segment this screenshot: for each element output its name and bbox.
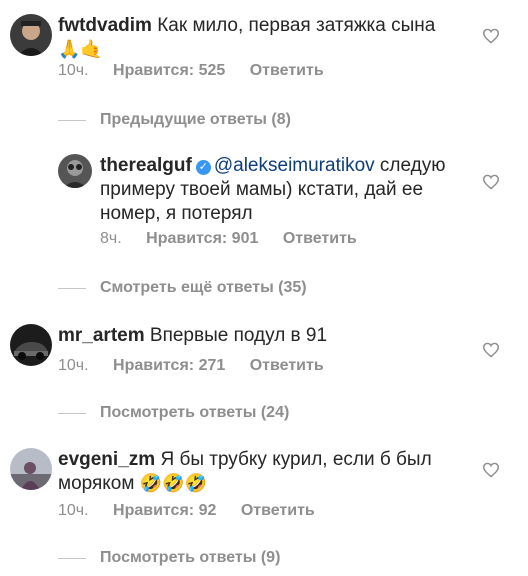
likes-count[interactable]: Нравится: 525 [113,62,225,79]
divider [58,412,86,414]
heart-icon[interactable] [482,462,500,478]
comment-body-line2: примеру твоей мамы) кстати, дай ее [100,179,424,200]
username[interactable]: evgeni_zm [58,449,155,470]
comment-body: Впервые подул в 91 [149,325,328,346]
username[interactable]: fwtdvadim [58,15,152,36]
timestamp: 10ч. [58,357,89,374]
comment-text: fwtdvadim Как мило, первая затяжка сына … [58,14,478,62]
view-replies-link[interactable]: Посмотреть ответы (9) [58,548,280,568]
username[interactable]: therealguf [100,155,192,176]
emoji: 🙏 [58,39,81,59]
comment-body-line1: следую [374,155,446,176]
more-replies-label: Смотреть ещё ответы (35) [100,279,307,296]
view-replies-label: Посмотреть ответы (9) [100,549,281,566]
view-replies-link[interactable]: Посмотреть ответы (24) [58,403,289,423]
emoji: 🤣 [139,473,163,493]
reply-button[interactable]: Ответить [241,502,315,519]
avatar[interactable] [10,324,52,366]
username[interactable]: mr_artem [58,325,145,346]
comment-meta: 10ч. Нравится: 92 Ответить [58,502,335,520]
heart-icon[interactable] [482,174,500,190]
likes-count[interactable]: Нравится: 92 [113,502,216,519]
emoji: 🤙 [80,39,103,59]
timestamp: 10ч. [58,502,89,519]
reply-button[interactable]: Ответить [250,62,324,79]
previous-replies-label: Предыдущие ответы (8) [100,111,291,128]
emoji: 🤣 [162,473,185,493]
mention-link[interactable]: @alekseimuratikov [214,155,375,176]
divider [58,119,86,121]
reply-button[interactable]: Ответить [250,357,324,374]
more-replies-link[interactable]: Смотреть ещё ответы (35) [58,278,307,298]
avatar[interactable] [58,154,92,188]
view-replies-label: Посмотреть ответы (24) [100,404,290,421]
likes-count[interactable]: Нравится: 901 [146,230,258,247]
avatar[interactable] [10,448,52,490]
previous-replies-link[interactable]: Предыдущие ответы (8) [58,110,291,130]
comment-text: mr_artem Впервые подул в 91 [58,324,478,348]
comment-body: Как мило, первая затяжка сына [157,15,436,36]
comment-meta: 10ч. Нравится: 271 Ответить [58,357,344,375]
comment-text: evgeni_zm Я бы трубку курил, если б был … [58,448,478,496]
comment-text: therealguf ✓ @alekseimuratikov следую прим… [100,154,480,226]
heart-icon[interactable] [482,28,500,44]
heart-icon[interactable] [482,342,500,358]
divider [58,287,86,289]
verified-badge-icon: ✓ [195,160,211,175]
comment-body-line1: Я бы трубку курил, если б был [160,449,432,470]
reply-button[interactable]: Ответить [283,230,357,247]
comment-body-line2: моряком [58,473,135,494]
comment-body-line3: номер, я потерял [100,203,253,224]
timestamp: 8ч. [100,230,122,247]
timestamp: 10ч. [58,62,89,79]
comment-meta: 10ч. Нравится: 525 Ответить [58,62,344,80]
divider [58,557,86,559]
comment-meta: 8ч. Нравится: 901 Ответить [100,230,377,248]
avatar[interactable] [10,14,52,56]
emoji: 🤣 [184,473,207,493]
likes-count[interactable]: Нравится: 271 [113,357,225,374]
